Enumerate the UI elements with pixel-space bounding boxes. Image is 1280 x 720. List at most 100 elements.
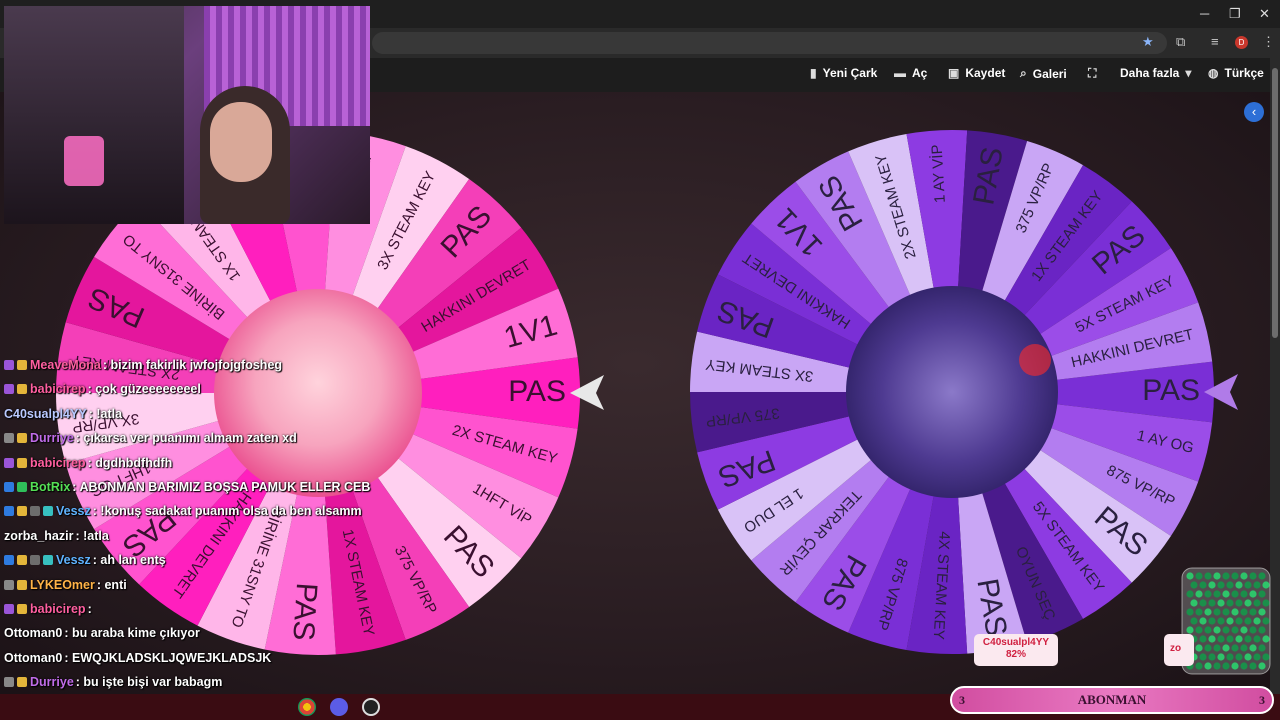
jar-candy	[1244, 617, 1252, 625]
jar-candy	[1199, 635, 1207, 643]
jar-candy	[1240, 644, 1248, 652]
chrome-app-icon[interactable]	[298, 698, 316, 716]
jar-candy	[1262, 635, 1270, 643]
chat-text: : EWQJKLADSKLJQWEJKLADSJK	[64, 650, 272, 665]
chat-username: babicirep	[30, 455, 86, 470]
chat-badge-icon	[17, 604, 27, 614]
chat-badge-icon	[30, 555, 40, 566]
chat-message: Vessz: !konuş sadakat puanım olsa da ben…	[4, 500, 362, 522]
jar-candy	[1240, 662, 1248, 670]
jar-candy	[1222, 572, 1230, 580]
player-card-2-name: zo	[1170, 643, 1182, 654]
chat-username: babicirep	[30, 382, 86, 397]
chat-badge-icon	[17, 677, 27, 688]
chat-badge-icon	[4, 555, 14, 566]
chat-username: Ottoman0	[4, 626, 63, 641]
chat-badge-icon	[30, 506, 40, 517]
chat-text: : bu araba kime çıkıyor	[64, 626, 200, 641]
jar-candy	[1258, 608, 1266, 616]
jar-candy	[1231, 644, 1239, 652]
jar-candy	[1244, 581, 1252, 589]
jar-candy	[1226, 653, 1234, 661]
jar-candy	[1217, 617, 1225, 625]
jar-candy	[1231, 662, 1239, 670]
jar-candy	[1226, 599, 1234, 607]
chat-username: Durriye	[30, 431, 74, 446]
chat-badge-icon	[4, 433, 14, 444]
chat-message: C40sualpl4YY: !atla	[4, 403, 122, 425]
left-wheel-hub[interactable]	[214, 289, 422, 497]
chat-badge-icon	[43, 555, 53, 566]
jar-candy	[1235, 599, 1243, 607]
chat-message: Vessz: ah lan entş	[4, 549, 166, 571]
chat-text: : dgdhbdfhdfh	[87, 455, 173, 470]
jar-candy	[1244, 599, 1252, 607]
discord-app-icon[interactable]	[330, 698, 348, 716]
jar-candy	[1262, 599, 1270, 607]
jar-candy	[1235, 653, 1243, 661]
jar-candy	[1222, 590, 1230, 598]
jar-candy	[1258, 626, 1266, 634]
obs-app-icon[interactable]	[362, 698, 380, 716]
chat-badge-icon	[17, 579, 27, 590]
jar-candy	[1240, 626, 1248, 634]
chat-username: Vessz	[56, 553, 91, 568]
chat-message: BotRix: ABONMAN BARIMIZ BOŞSA PAMUK ELLE…	[4, 476, 370, 498]
jar-candy	[1213, 662, 1221, 670]
chat-badge-icon	[4, 604, 14, 614]
jar-candy	[1249, 626, 1257, 634]
jar-candy	[1217, 635, 1225, 643]
jar-candy	[1226, 617, 1234, 625]
wheel_left-segment-label: PAS	[286, 582, 323, 642]
chat-username: zorba_hazir	[4, 528, 74, 543]
jar-candy	[1240, 608, 1248, 616]
chat-badge-icon	[4, 579, 14, 590]
jar-candy	[1249, 662, 1257, 670]
webcam-shelf-area	[4, 6, 184, 224]
jar-candy	[1190, 617, 1198, 625]
chat-username: LYKEOmer	[30, 577, 95, 592]
jar-candy	[1253, 635, 1261, 643]
jar-candy	[1199, 617, 1207, 625]
webcam-overlay	[4, 6, 370, 224]
subscriber-goal-right-count: 3	[1259, 693, 1265, 707]
chat-badge-icon	[17, 384, 27, 395]
jar-candy	[1222, 626, 1230, 634]
chat-message: babicirep:	[4, 598, 92, 620]
chat-text: : bizim fakirlik jwfojfojgfosheg	[102, 358, 283, 372]
jar-candy	[1231, 572, 1239, 580]
scrollbar-thumb[interactable]	[1272, 68, 1278, 338]
jar-candy	[1244, 653, 1252, 661]
chat-text: : enti	[96, 577, 127, 592]
jar-candy	[1253, 653, 1261, 661]
jar-candy	[1186, 608, 1194, 616]
jar-candy	[1204, 662, 1212, 670]
jar-candy	[1190, 599, 1198, 607]
right-wheel-hub[interactable]	[846, 286, 1058, 498]
chat-text: : !atla	[88, 406, 123, 421]
jar-candy	[1235, 581, 1243, 589]
wheel_left-segment-label: PAS	[508, 375, 566, 408]
jar-candy	[1199, 599, 1207, 607]
jar-candy	[1195, 590, 1203, 598]
jar-candy	[1258, 644, 1266, 652]
wheel_right-segment-label: 1 AY VİP	[928, 144, 949, 204]
jar-candy	[1208, 581, 1216, 589]
jar-candy	[1217, 653, 1225, 661]
jar-candy	[1253, 617, 1261, 625]
jar-candy	[1222, 608, 1230, 616]
subscriber-goal-label: ABONMAN	[1077, 692, 1147, 707]
chat-username: Ottoman0	[4, 650, 63, 665]
chat-badge-icon	[4, 677, 14, 688]
player-card-name: C40sualpl4YY	[982, 637, 1050, 648]
jar-candy	[1208, 635, 1216, 643]
jar-candy	[1208, 653, 1216, 661]
chat-text: : ABONMAN BARIMIZ BOŞSA PAMUK ELLER CEB	[72, 480, 371, 494]
jar-candy	[1226, 581, 1234, 589]
jar-candy	[1195, 644, 1203, 652]
chat-text: : !konuş sadakat puanım olsa da ben alsa…	[92, 504, 362, 519]
jar-candy	[1213, 608, 1221, 616]
jar-candy	[1195, 572, 1203, 580]
jar-candy	[1231, 590, 1239, 598]
chat-badge-icon	[17, 433, 27, 444]
